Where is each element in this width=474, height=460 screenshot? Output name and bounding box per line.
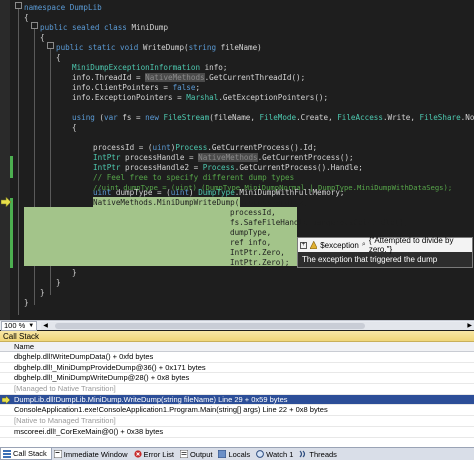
zoom-value: 100 % [4, 321, 26, 330]
tab-call-stack[interactable]: Call Stack [0, 448, 52, 460]
code-line-current: fs.SafeFileHandle.DangerousGetHandle(), [230, 218, 409, 227]
code-line: uint dumpType = (uint) DumpType.MiniDump… [93, 188, 345, 197]
code-editor[interactable]: namespace DumpLib { public sealed class … [0, 0, 474, 320]
code-line: { [72, 123, 77, 132]
code-line: } [72, 268, 77, 277]
code-line: } [40, 288, 45, 297]
watch-icon [256, 450, 265, 458]
code-line-current: IntPtr.Zero, [230, 248, 285, 257]
datatip-name: $exception [320, 240, 359, 250]
magnifier-icon[interactable]: ⌕ [362, 241, 366, 249]
datatip-description: The exception that triggered the dump [298, 252, 472, 267]
scroll-left-icon[interactable]: ◀ [43, 322, 48, 330]
code-line: { [40, 33, 45, 42]
panel-title: Call Stack [0, 331, 474, 342]
code-line: } [56, 278, 61, 287]
error-list-icon [133, 450, 142, 458]
editor-status-strip: 100 % ▼ ◀ ▶ [0, 320, 474, 331]
editor-gutter [0, 0, 10, 320]
tool-window-tabs: Call Stack Immediate Window Error List O… [0, 447, 474, 460]
code-line: { [24, 13, 29, 22]
call-stack-row[interactable]: dbghelp.dll!_MiniDumpWriteDump@28() + 0x… [0, 373, 474, 385]
tab-watch-1[interactable]: Watch 1 [254, 448, 297, 460]
code-line: info.ExceptionPointers = Marshal.GetExce… [72, 93, 329, 102]
call-stack-row-transition[interactable]: [Native to Managed Transition] [0, 416, 474, 427]
call-stack-panel: Call Stack Name dbghelp.dll!WriteDumpDat… [0, 331, 474, 447]
code-line: { [56, 53, 61, 62]
call-stack-row-current[interactable]: DumpLib.dll!DumpLib.MiniDump.WriteDump(s… [0, 394, 474, 406]
code-line-current: processId, [230, 208, 276, 217]
output-icon [179, 450, 188, 458]
code-line: MiniDumpExceptionInformation info; [72, 63, 228, 72]
chevron-down-icon: ▼ [28, 322, 35, 329]
tab-output[interactable]: Output [178, 448, 217, 460]
code-line: public static void WriteDump(string file… [56, 43, 262, 52]
code-line: public sealed class MiniDump [40, 23, 169, 32]
tab-threads[interactable]: Threads [297, 448, 341, 460]
code-line-current: ref info, [230, 238, 272, 247]
code-line: IntPtr processHandle2 = Process.GetCurre… [93, 163, 363, 172]
tab-error-list[interactable]: Error List [132, 448, 178, 460]
column-header-name[interactable]: Name [0, 342, 474, 352]
locals-icon [218, 450, 227, 458]
code-line: } [24, 298, 29, 307]
exception-datatip[interactable]: + $exception ⌕ {"Attempted to divide by … [297, 236, 473, 268]
code-line: IntPtr processHandle = NativeMethods.Get… [93, 153, 354, 162]
immediate-window-icon [53, 450, 62, 458]
code-line: info.ThreadId = NativeMethods.GetCurrent… [72, 73, 306, 82]
threads-icon [299, 450, 306, 458]
exception-icon [309, 241, 318, 249]
code-line: namespace DumpLib [24, 3, 102, 12]
zoom-dropdown[interactable]: 100 % ▼ [1, 320, 38, 331]
call-stack-icon [3, 449, 11, 458]
current-frame-arrow-icon [2, 396, 10, 405]
tab-locals[interactable]: Locals [216, 448, 254, 460]
call-stack-row[interactable]: dbghelp.dll!_MiniDumpProvideDump@36() + … [0, 363, 474, 374]
call-stack-row[interactable]: ConsoleApplication1.exe!ConsoleApplicati… [0, 405, 474, 417]
code-line: info.ClientPointers = false; [72, 83, 201, 92]
scroll-right-icon[interactable]: ▶ [467, 322, 472, 330]
datatip-row[interactable]: + $exception ⌕ {"Attempted to divide by … [298, 236, 472, 254]
code-line-current: NativeMethods.MiniDumpWriteDump(processH… [93, 198, 308, 207]
expand-icon[interactable]: + [300, 241, 307, 249]
horizontal-scrollbar[interactable]: ◀ ▶ [41, 321, 474, 330]
call-stack-row[interactable]: mscoreei.dll!_CorExeMain@0() + 0x38 byte… [0, 427, 474, 438]
code-text[interactable]: namespace DumpLib { public sealed class … [10, 0, 474, 320]
code-line: using (var fs = new FileStream(fileName,… [72, 113, 474, 122]
call-stack-row[interactable]: dbghelp.dll!WriteDumpData() + 0xfd bytes [0, 352, 474, 363]
call-stack-row-transition[interactable]: [Managed to Native Transition] [0, 384, 474, 395]
code-comment-line: // Feel free to specify different dump t… [93, 173, 295, 182]
scrollbar-thumb[interactable] [55, 322, 366, 329]
code-line-current: dumpType, [230, 228, 272, 237]
tab-immediate-window[interactable]: Immediate Window [52, 448, 132, 460]
code-line: processId = (uint)Process.GetCurrentProc… [93, 143, 318, 152]
code-line-current: IntPtr.Zero); [230, 258, 290, 267]
